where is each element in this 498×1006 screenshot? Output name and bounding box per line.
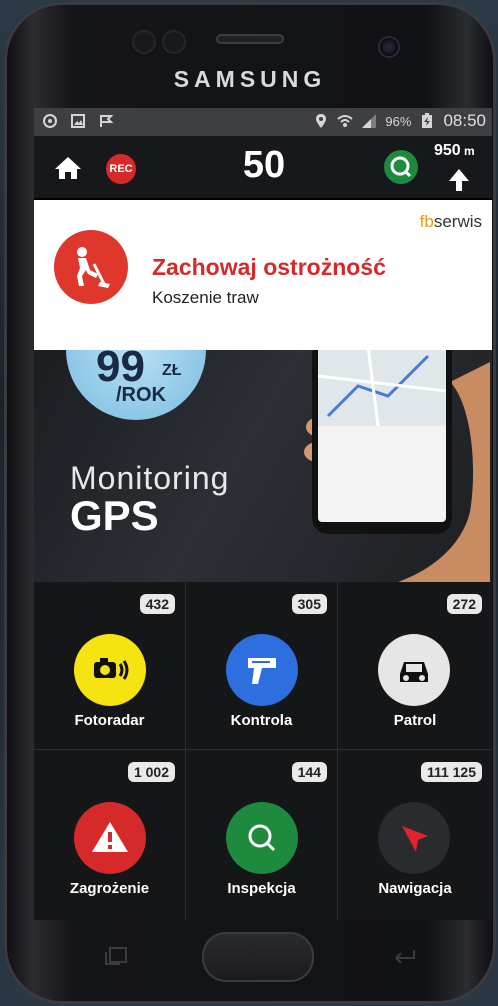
count-badge: 272 — [446, 594, 482, 614]
count-badge: 305 — [291, 594, 327, 614]
device-brand: SAMSUNG — [173, 66, 327, 92]
grid-label: Kontrola — [230, 712, 293, 729]
count-badge: 111 125 — [420, 762, 482, 782]
hardware-nav-bar — [30, 918, 488, 982]
inspection-icon — [226, 802, 298, 874]
police-car-icon — [378, 634, 450, 706]
grid-label: Patrol — [393, 712, 437, 729]
grid-label: Zagrożenie — [69, 880, 150, 897]
speed-readout: 50 — [242, 144, 286, 186]
status-bar: 96% 08:50 — [34, 108, 492, 136]
status-time: 08:50 — [443, 111, 486, 130]
speed-camera-icon — [74, 634, 146, 706]
grid-item-patrol[interactable]: 272 Patrol — [338, 582, 492, 750]
count-badge: 144 — [291, 762, 327, 782]
rec-button[interactable]: REC — [106, 154, 136, 184]
count-badge: 432 — [139, 594, 175, 614]
alert-brand-suffix: serwis — [433, 212, 482, 231]
radar-gun-icon — [226, 634, 298, 706]
phone-frame: SAMSUNG 96% 08:50 REC 50 950 m fbserwis … — [4, 2, 496, 1004]
battery-percent: 96% — [385, 113, 412, 129]
navigation-arrow-icon — [378, 802, 450, 874]
hardware-home-button[interactable] — [202, 932, 314, 982]
roadworks-icon — [54, 230, 128, 304]
grid-item-fotoradar[interactable]: 432 Fotoradar — [34, 582, 186, 750]
grid-item-inspekcja[interactable]: 144 Inspekcja — [186, 750, 338, 920]
warning-icon — [74, 802, 146, 874]
inspection-icon — [390, 156, 412, 178]
count-badge: 1 002 — [127, 762, 175, 782]
battery-charging-icon — [422, 113, 433, 128]
location-icon — [316, 114, 327, 128]
app-notification-icon — [43, 114, 57, 128]
light-sensor — [164, 32, 184, 52]
alert-subtitle: Koszenie traw — [152, 288, 259, 307]
mock-phone-screen — [318, 350, 446, 522]
recents-key-icon[interactable] — [104, 946, 130, 966]
signal-icon — [362, 114, 377, 128]
mock-map — [318, 350, 446, 427]
price-currency: ZŁ — [162, 362, 182, 379]
flag-notification-icon — [100, 115, 114, 127]
proximity-sensor — [134, 32, 154, 52]
distance-readout: 950 m — [434, 142, 475, 160]
top-bar: REC 50 950 m — [34, 136, 492, 198]
alert-title: Zachowaj ostrożność — [152, 254, 386, 280]
inspection-button[interactable] — [384, 150, 418, 184]
grid-item-nawigacja[interactable]: 111 125 Nawigacja — [338, 750, 492, 920]
category-grid: 432 Fotoradar 305 Kontrola 272 Patrol 1 … — [34, 582, 492, 920]
ad-banner[interactable]: 99 ZŁ /ROK Monitoring GPS — [34, 350, 492, 582]
distance-unit: m — [464, 144, 475, 158]
grid-item-kontrola[interactable]: 305 Kontrola — [186, 582, 338, 750]
distance-value: 950 — [434, 142, 461, 159]
grid-label: Inspekcja — [227, 880, 296, 897]
home-icon[interactable] — [54, 156, 82, 180]
price-period: /ROK — [116, 384, 166, 406]
screen: 96% 08:50 REC 50 950 m fbserwis Zachowaj… — [34, 108, 492, 920]
back-key-icon[interactable] — [392, 946, 420, 966]
grid-label: Nawigacja — [378, 880, 452, 897]
grid-item-zagrozenie[interactable]: 1 002 Zagrożenie — [34, 750, 186, 920]
alert-brand-prefix: fb — [419, 212, 434, 231]
banner-line2: GPS — [70, 492, 159, 539]
grid-label: Fotoradar — [74, 712, 145, 729]
earpiece-speaker — [216, 34, 284, 44]
front-camera — [380, 38, 398, 56]
alert-card[interactable]: fbserwis Zachowaj ostrożność Koszenie tr… — [34, 200, 492, 354]
wifi-icon — [337, 115, 354, 127]
gallery-notification-icon — [71, 114, 85, 128]
alert-brand: fbserwis — [420, 212, 482, 232]
direction-arrow-icon — [449, 169, 469, 191]
